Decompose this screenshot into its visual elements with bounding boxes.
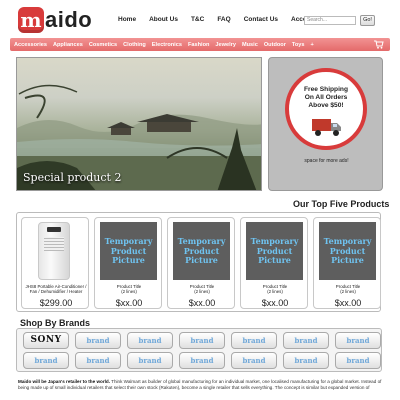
- about-text: Maido will be Japan's retailer to the wo…: [18, 379, 390, 391]
- brands-grid: SONY brand brand brand brand brand brand…: [16, 328, 382, 372]
- product-price: $xx.00: [188, 298, 216, 308]
- brand-tile[interactable]: brand: [283, 332, 329, 349]
- site-header: m aido Home About Us T&C FAQ Contact Us …: [0, 0, 400, 38]
- search-input[interactable]: Search...: [304, 16, 356, 25]
- brands-title: Shop By Brands: [20, 318, 91, 328]
- nav-tc[interactable]: T&C: [191, 16, 204, 23]
- product-image-placeholder: Temporary Product Picture: [319, 222, 376, 280]
- category-more[interactable]: +: [311, 42, 314, 48]
- logo-badge: m: [18, 7, 44, 33]
- truck-icon: [312, 119, 341, 136]
- product-title-line-2: (2 lines): [267, 289, 283, 295]
- product-image-grille: [44, 237, 64, 251]
- ad-space-note: space for more ads!: [304, 158, 349, 164]
- category-outdoor[interactable]: Outdoor: [264, 42, 286, 48]
- banner-image: Special product 2: [17, 58, 261, 190]
- product-card[interactable]: Temporary Product Picture Product Title …: [94, 217, 162, 309]
- placeholder-text: Temporary Product Picture: [177, 236, 226, 265]
- product-title-line-2: (2 lines): [194, 289, 210, 295]
- category-cosmetics[interactable]: Cosmetics: [89, 42, 117, 48]
- category-appliances[interactable]: Appliances: [53, 42, 83, 48]
- product-title: Product Title (2 lines): [95, 284, 163, 295]
- banner-caption: Special product 2: [23, 171, 122, 184]
- placeholder-text: Temporary Product Picture: [250, 236, 299, 265]
- nav-home[interactable]: Home: [118, 16, 136, 23]
- brand-tile[interactable]: brand: [75, 332, 121, 349]
- placeholder-text: Temporary Product Picture: [323, 236, 372, 265]
- brand-sony[interactable]: SONY: [23, 332, 69, 349]
- brand-tile[interactable]: brand: [179, 332, 225, 349]
- category-clothing[interactable]: Clothing: [123, 42, 146, 48]
- shipping-line-3: Above $50!: [308, 102, 344, 109]
- category-fashion[interactable]: Fashion: [188, 42, 209, 48]
- featured-banner[interactable]: Special product 2: [16, 57, 262, 191]
- nav-faq[interactable]: FAQ: [217, 16, 230, 23]
- top-five-title: Our Top Five Products: [293, 199, 390, 209]
- nav-about-us[interactable]: About Us: [149, 16, 178, 23]
- search-go-button[interactable]: Go!: [360, 15, 375, 26]
- category-music[interactable]: Music: [242, 42, 258, 48]
- product-card[interactable]: JHS8 Portable Air-Conditioner / Fan / De…: [21, 217, 89, 309]
- product-price: $xx.00: [334, 298, 362, 308]
- category-bar: Accessories Appliances Cosmetics Clothin…: [10, 38, 390, 51]
- product-image-placeholder: Temporary Product Picture: [100, 222, 157, 280]
- brand-tile[interactable]: brand: [179, 352, 225, 369]
- top-products-list: JHS8 Portable Air-Conditioner / Fan / De…: [16, 212, 381, 312]
- product-title-line-2: (2 lines): [121, 289, 137, 295]
- product-title: Product Title (2 lines): [241, 284, 309, 295]
- brand-tile[interactable]: brand: [23, 352, 69, 369]
- main-nav: Home About Us T&C FAQ Contact Us Account: [118, 16, 330, 23]
- category-electronics[interactable]: Electronics: [152, 42, 182, 48]
- shipping-line-1: Free Shipping: [304, 86, 348, 93]
- product-image-placeholder: Temporary Product Picture: [173, 222, 230, 280]
- shipping-badge: Free Shipping On All Orders Above $50!: [285, 68, 367, 150]
- shipping-line-2: On All Orders: [304, 94, 348, 101]
- logo-text: aido: [45, 7, 93, 32]
- brand-tile[interactable]: brand: [127, 352, 173, 369]
- product-image-placeholder: Temporary Product Picture: [246, 222, 303, 280]
- product-title: Product Title (2 lines): [168, 284, 236, 295]
- product-image: [38, 222, 70, 280]
- category-jewelry[interactable]: Jewelry: [215, 42, 236, 48]
- category-accessories[interactable]: Accessories: [14, 42, 47, 48]
- brand-tile[interactable]: brand: [335, 352, 381, 369]
- product-image-panel: [47, 227, 61, 232]
- product-title-line-2: (2 lines): [340, 289, 356, 295]
- product-price: $xx.00: [261, 298, 289, 308]
- brand-tile[interactable]: brand: [127, 332, 173, 349]
- product-title-line-2: Fan / Dehumidifier / Heater: [29, 289, 83, 295]
- brand-tile[interactable]: brand: [75, 352, 121, 369]
- product-card[interactable]: Temporary Product Picture Product Title …: [313, 217, 381, 309]
- about-lead: Maido will be Japan's retailer to the wo…: [18, 379, 110, 384]
- brand-tile[interactable]: brand: [231, 352, 277, 369]
- shipping-text: Free Shipping On All Orders Above $50!: [293, 86, 359, 110]
- brand-tile[interactable]: brand: [283, 352, 329, 369]
- nav-contact-us[interactable]: Contact Us: [244, 16, 278, 23]
- product-title: JHS8 Portable Air-Conditioner / Fan / De…: [22, 284, 90, 295]
- product-price: $xx.00: [115, 298, 143, 308]
- product-card[interactable]: Temporary Product Picture Product Title …: [240, 217, 308, 309]
- free-shipping-ad[interactable]: Free Shipping On All Orders Above $50! s…: [268, 57, 383, 191]
- product-price: $299.00: [39, 298, 73, 308]
- logo[interactable]: m aido: [18, 7, 92, 33]
- placeholder-text: Temporary Product Picture: [104, 236, 153, 265]
- cart-icon[interactable]: [374, 40, 384, 49]
- category-toys[interactable]: Toys: [292, 42, 305, 48]
- product-card[interactable]: Temporary Product Picture Product Title …: [167, 217, 235, 309]
- product-title: Product Title (2 lines): [314, 284, 382, 295]
- brand-tile[interactable]: brand: [231, 332, 277, 349]
- brand-tile[interactable]: brand: [335, 332, 381, 349]
